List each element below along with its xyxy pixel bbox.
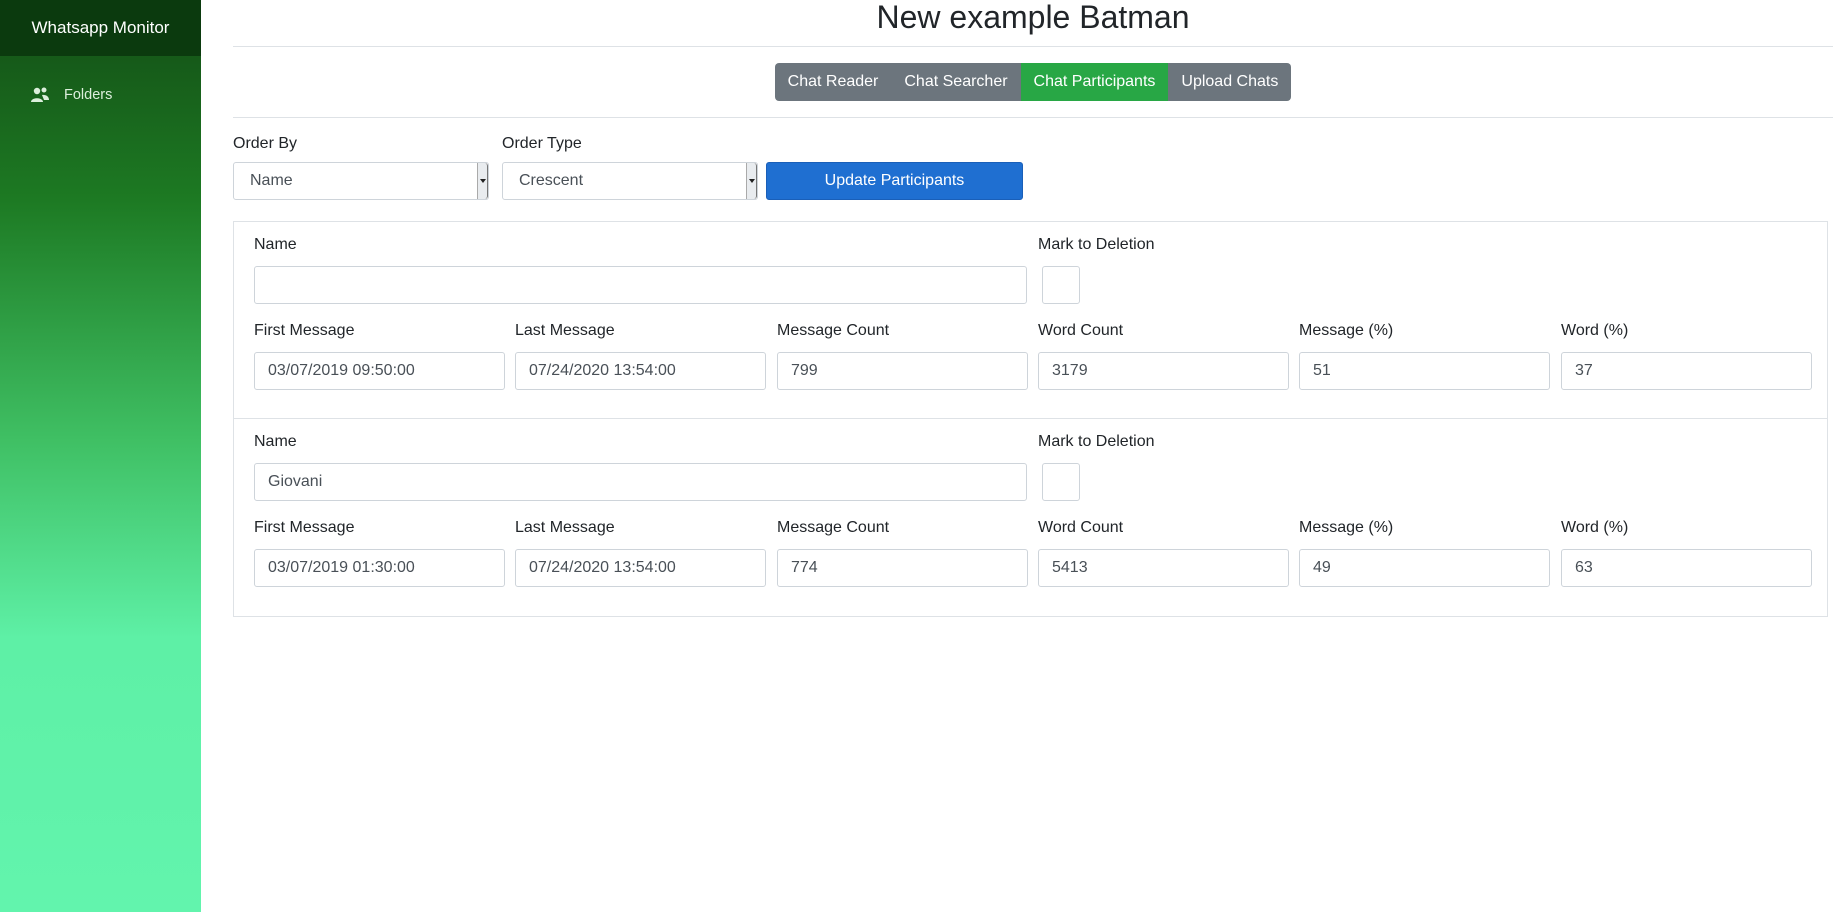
order-type-select[interactable]: Crescent	[502, 162, 758, 200]
word-count-field[interactable]: 3179	[1038, 352, 1289, 390]
message-pct-label: Message (%)	[1299, 322, 1394, 339]
first-message-label: First Message	[254, 322, 355, 339]
name-label: Name	[254, 236, 297, 253]
order-by-label: Order By	[233, 135, 298, 152]
main-content: New example Batman Chat Reader Chat Sear…	[233, 0, 1833, 912]
participant-card: Name Mark to Deletion First Message 03/0…	[234, 222, 1827, 419]
word-count-label: Word Count	[1038, 322, 1124, 339]
order-type-label: Order Type	[502, 135, 582, 152]
app-root: Whatsapp Monitor Folders New example Bat…	[0, 0, 1848, 912]
mark-to-deletion-checkbox[interactable]	[1042, 266, 1080, 304]
first-message-field[interactable]: 03/07/2019 01:30:00	[254, 549, 505, 587]
sidebar-item-label: Folders	[64, 87, 113, 103]
word-pct-label: Word (%)	[1561, 519, 1629, 536]
message-count-label: Message Count	[777, 322, 890, 339]
name-input[interactable]: Giovani	[254, 463, 1027, 501]
message-count-field[interactable]: 799	[777, 352, 1028, 390]
last-message-field[interactable]: 07/24/2020 13:54:00	[515, 352, 766, 390]
message-pct-label: Message (%)	[1299, 519, 1394, 536]
tab-chat-reader[interactable]: Chat Reader	[774, 63, 892, 101]
last-message-label: Last Message	[515, 322, 615, 339]
order-by-select[interactable]: Name	[233, 162, 489, 200]
page-title: New example Batman	[876, 0, 1190, 35]
message-count-field[interactable]: 774	[777, 549, 1028, 587]
mark-to-deletion-checkbox[interactable]	[1042, 463, 1080, 501]
message-count-label: Message Count	[777, 519, 890, 536]
tabbar-wrapper: Chat Reader Chat Searcher Chat Participa…	[233, 47, 1833, 117]
first-message-label: First Message	[254, 519, 355, 536]
word-count-field[interactable]: 5413	[1038, 549, 1289, 587]
tab-upload-chats[interactable]: Upload Chats	[1168, 63, 1292, 101]
order-type-value: Crescent	[519, 172, 584, 189]
word-pct-label: Word (%)	[1561, 322, 1629, 339]
chevron-down-icon	[477, 163, 488, 199]
word-pct-field[interactable]: 37	[1561, 352, 1812, 390]
filters-bar: Order By Name Order Type Crescent Update…	[233, 118, 1833, 221]
mark-to-deletion-label: Mark to Deletion	[1038, 236, 1155, 253]
name-input[interactable]	[254, 266, 1027, 304]
chevron-down-icon	[746, 163, 757, 199]
message-pct-field[interactable]: 49	[1299, 549, 1550, 587]
mark-to-deletion-label: Mark to Deletion	[1038, 433, 1155, 450]
word-pct-field[interactable]: 63	[1561, 549, 1812, 587]
participant-card: Name Giovani Mark to Deletion First Mess…	[234, 419, 1827, 616]
sidebar: Whatsapp Monitor Folders	[0, 0, 201, 912]
users-icon	[31, 87, 49, 102]
last-message-label: Last Message	[515, 519, 615, 536]
first-message-field[interactable]: 03/07/2019 09:50:00	[254, 352, 505, 390]
tab-chat-participants[interactable]: Chat Participants	[1020, 63, 1169, 101]
sidebar-brand[interactable]: Whatsapp Monitor	[0, 0, 201, 56]
sidebar-item-folders[interactable]: Folders	[0, 84, 201, 106]
participants-list: Name Mark to Deletion First Message 03/0…	[233, 221, 1828, 617]
tab-bar: Chat Reader Chat Searcher Chat Participa…	[774, 63, 1292, 101]
name-label: Name	[254, 433, 297, 450]
message-pct-field[interactable]: 51	[1299, 352, 1550, 390]
order-by-value: Name	[250, 172, 293, 189]
tab-chat-searcher[interactable]: Chat Searcher	[891, 63, 1021, 101]
update-participants-button[interactable]: Update Participants	[766, 162, 1023, 200]
sidebar-nav: Folders	[0, 56, 201, 106]
last-message-field[interactable]: 07/24/2020 13:54:00	[515, 549, 766, 587]
word-count-label: Word Count	[1038, 519, 1124, 536]
